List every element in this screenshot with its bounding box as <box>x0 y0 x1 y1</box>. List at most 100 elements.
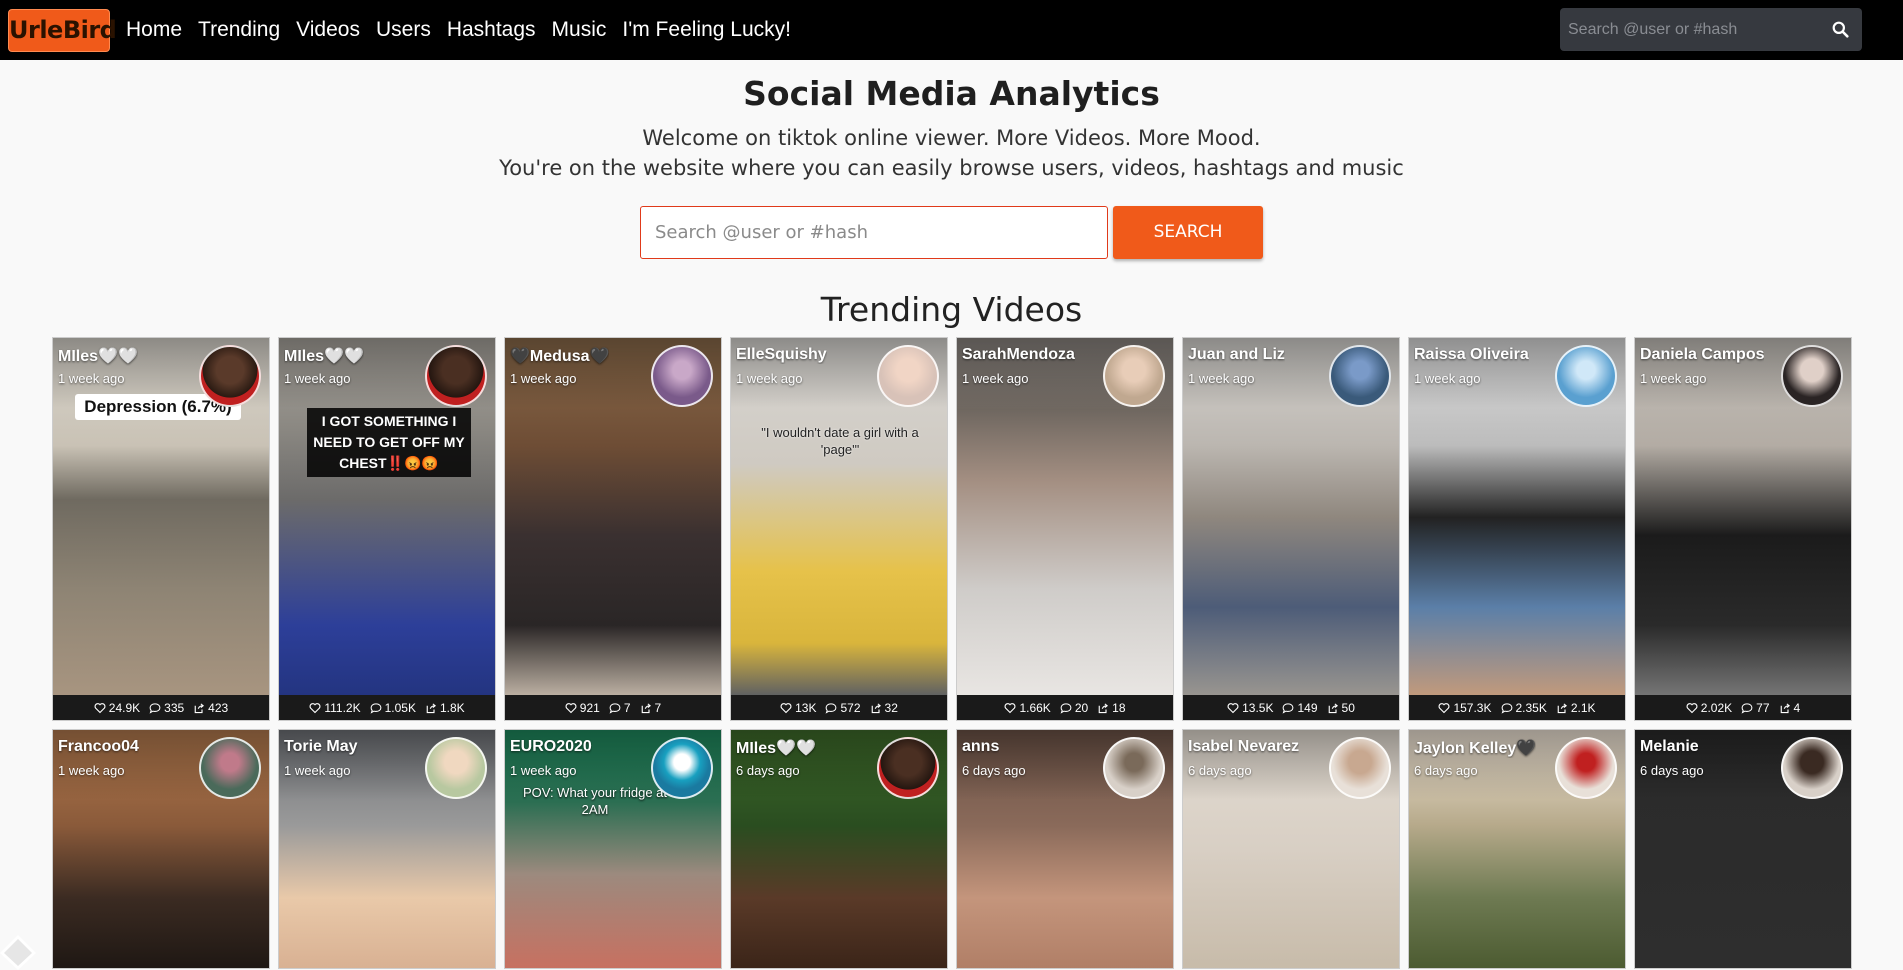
video-card[interactable]: Raissa Oliveira 1 week ago 157.3K 2.35K 2.1K <box>1408 337 1626 721</box>
share-count-value: 2.1K <box>1570 700 1596 715</box>
nav-link-music[interactable]: Music <box>552 18 607 42</box>
video-author-name[interactable]: ElleSquishy <box>736 346 827 364</box>
share-icon <box>1327 702 1339 714</box>
author-avatar[interactable] <box>1781 737 1843 799</box>
comment-count-value: 77 <box>1756 700 1770 715</box>
author-avatar[interactable] <box>1781 345 1843 407</box>
video-caption-overlay: I GOT SOMETHING I NEED TO GET OFF MY CHE… <box>307 408 471 477</box>
video-author-name[interactable]: Juan and Liz <box>1188 346 1285 364</box>
comment-count: 77 <box>1741 700 1770 715</box>
video-card[interactable]: Francoo04 1 week ago <box>52 729 270 969</box>
video-author-name[interactable]: MIles🤍🤍 <box>736 738 816 758</box>
comment-icon <box>1741 702 1753 714</box>
author-avatar[interactable] <box>199 737 261 799</box>
video-timestamp: 6 days ago <box>1640 763 1704 778</box>
nav-link-users[interactable]: Users <box>376 18 431 42</box>
author-avatar[interactable] <box>425 345 487 407</box>
like-count: 2.02K <box>1686 701 1732 715</box>
video-author-name[interactable]: Jaylon Kelley🖤 <box>1414 738 1536 758</box>
author-avatar[interactable] <box>1329 345 1391 407</box>
share-icon <box>640 702 652 714</box>
video-author-name[interactable]: Francoo04 <box>58 738 139 756</box>
share-icon <box>193 702 205 714</box>
nav-link-videos[interactable]: Videos <box>296 18 360 42</box>
video-card[interactable]: SarahMendoza 1 week ago 1.66K 20 18 <box>956 337 1174 721</box>
like-count: 921 <box>565 701 600 715</box>
video-card[interactable]: anns 6 days ago <box>956 729 1174 969</box>
video-author-name[interactable]: Raissa Oliveira <box>1414 346 1529 364</box>
comment-count: 335 <box>149 701 184 715</box>
author-avatar[interactable] <box>1329 737 1391 799</box>
video-author-name[interactable]: Isabel Nevarez <box>1188 738 1299 756</box>
video-card[interactable]: Isabel Nevarez 6 days ago <box>1182 729 1400 969</box>
like-count-value: 921 <box>579 700 600 715</box>
video-author-name[interactable]: 🖤Medusa🖤 <box>510 346 609 366</box>
video-stats-bar: 2.02K 77 4 <box>1635 695 1851 720</box>
author-avatar[interactable] <box>425 737 487 799</box>
comment-icon <box>1282 702 1294 714</box>
video-author-name[interactable]: MIles🤍🤍 <box>284 346 364 366</box>
share-icon <box>1097 702 1109 714</box>
share-count-value: 1.8K <box>439 700 465 715</box>
hero-subtitle-2: You're on the website where you can easi… <box>499 156 1404 180</box>
video-card[interactable]: Juan and Liz 1 week ago 13.5K 149 50 <box>1182 337 1400 721</box>
comment-icon <box>149 702 161 714</box>
comment-count: 7 <box>609 701 631 715</box>
author-avatar[interactable] <box>199 345 261 407</box>
share-count-value: 50 <box>1341 700 1355 715</box>
video-author-name[interactable]: Torie May <box>284 738 358 756</box>
author-avatar[interactable] <box>877 345 939 407</box>
share-count-value: 423 <box>208 700 229 715</box>
video-card[interactable]: "I wouldn't date a girl with a 'page'" El… <box>730 337 948 721</box>
trending-videos-heading: Trending Videos <box>820 290 1083 329</box>
share-count: 7 <box>640 701 661 715</box>
author-avatar[interactable] <box>651 737 713 799</box>
site-logo[interactable]: UrleBird <box>8 9 117 52</box>
comment-icon <box>825 702 837 714</box>
page-title: Social Media Analytics <box>743 74 1160 113</box>
comment-count: 2.35K <box>1501 701 1547 715</box>
nav-link-trending[interactable]: Trending <box>198 18 280 42</box>
video-author-name[interactable]: SarahMendoza <box>962 346 1075 364</box>
author-avatar[interactable] <box>1103 737 1165 799</box>
author-avatar[interactable] <box>1555 345 1617 407</box>
like-count: 13.5K <box>1227 701 1273 715</box>
heart-icon <box>565 702 577 714</box>
video-timestamp: 6 days ago <box>736 763 800 778</box>
video-timestamp: 1 week ago <box>58 371 125 386</box>
video-author-name[interactable]: anns <box>962 738 999 756</box>
comment-count-value: 7 <box>623 700 631 715</box>
like-count: 1.66K <box>1004 701 1051 715</box>
video-card[interactable]: Jaylon Kelley🖤 6 days ago <box>1408 729 1626 969</box>
video-card[interactable]: Depression (6.7%) MIles🤍🤍 1 week ago 24.9K 3… <box>52 337 270 721</box>
video-author-name[interactable]: Melanie <box>1640 738 1699 756</box>
comment-count-value: 572 <box>840 700 861 715</box>
share-count: 18 <box>1097 701 1126 715</box>
main-search-input[interactable] <box>640 206 1108 259</box>
nav-search-input[interactable] <box>1560 8 1822 51</box>
video-author-name[interactable]: EURO2020 <box>510 738 592 756</box>
nav-link-hashtags[interactable]: Hashtags <box>447 18 536 42</box>
share-count: 32 <box>870 701 898 715</box>
nav-search-button[interactable] <box>1818 8 1862 51</box>
hero-subtitle-1: Welcome on tiktok online viewer. More Vi… <box>642 126 1261 150</box>
video-card[interactable]: Melanie 6 days ago <box>1634 729 1852 969</box>
video-card[interactable]: MIles🤍🤍 6 days ago <box>730 729 948 969</box>
author-avatar[interactable] <box>1103 345 1165 407</box>
video-card[interactable]: POV: What your fridge at 2AM EURO2020 1 we… <box>504 729 722 969</box>
video-author-name[interactable]: Daniela Campos <box>1640 346 1764 364</box>
main-search-button[interactable]: SEARCH <box>1113 206 1263 259</box>
nav-link-feeling-lucky[interactable]: I'm Feeling Lucky! <box>622 18 791 42</box>
video-card[interactable]: Daniela Campos 1 week ago 2.02K 77 4 <box>1634 337 1852 721</box>
video-card[interactable]: I GOT SOMETHING I NEED TO GET OFF MY CHE… <box>278 337 496 721</box>
nav-link-home[interactable]: Home <box>126 18 182 42</box>
author-avatar[interactable] <box>877 737 939 799</box>
video-author-name[interactable]: MIles🤍🤍 <box>58 346 138 366</box>
like-count: 111.2K <box>309 701 361 715</box>
video-card[interactable]: 🖤Medusa🖤 1 week ago 921 7 7 <box>504 337 722 721</box>
author-avatar[interactable] <box>651 345 713 407</box>
author-avatar[interactable] <box>1555 737 1617 799</box>
video-timestamp: 1 week ago <box>736 371 803 386</box>
video-card[interactable]: Torie May 1 week ago <box>278 729 496 969</box>
comment-count: 20 <box>1060 701 1088 715</box>
